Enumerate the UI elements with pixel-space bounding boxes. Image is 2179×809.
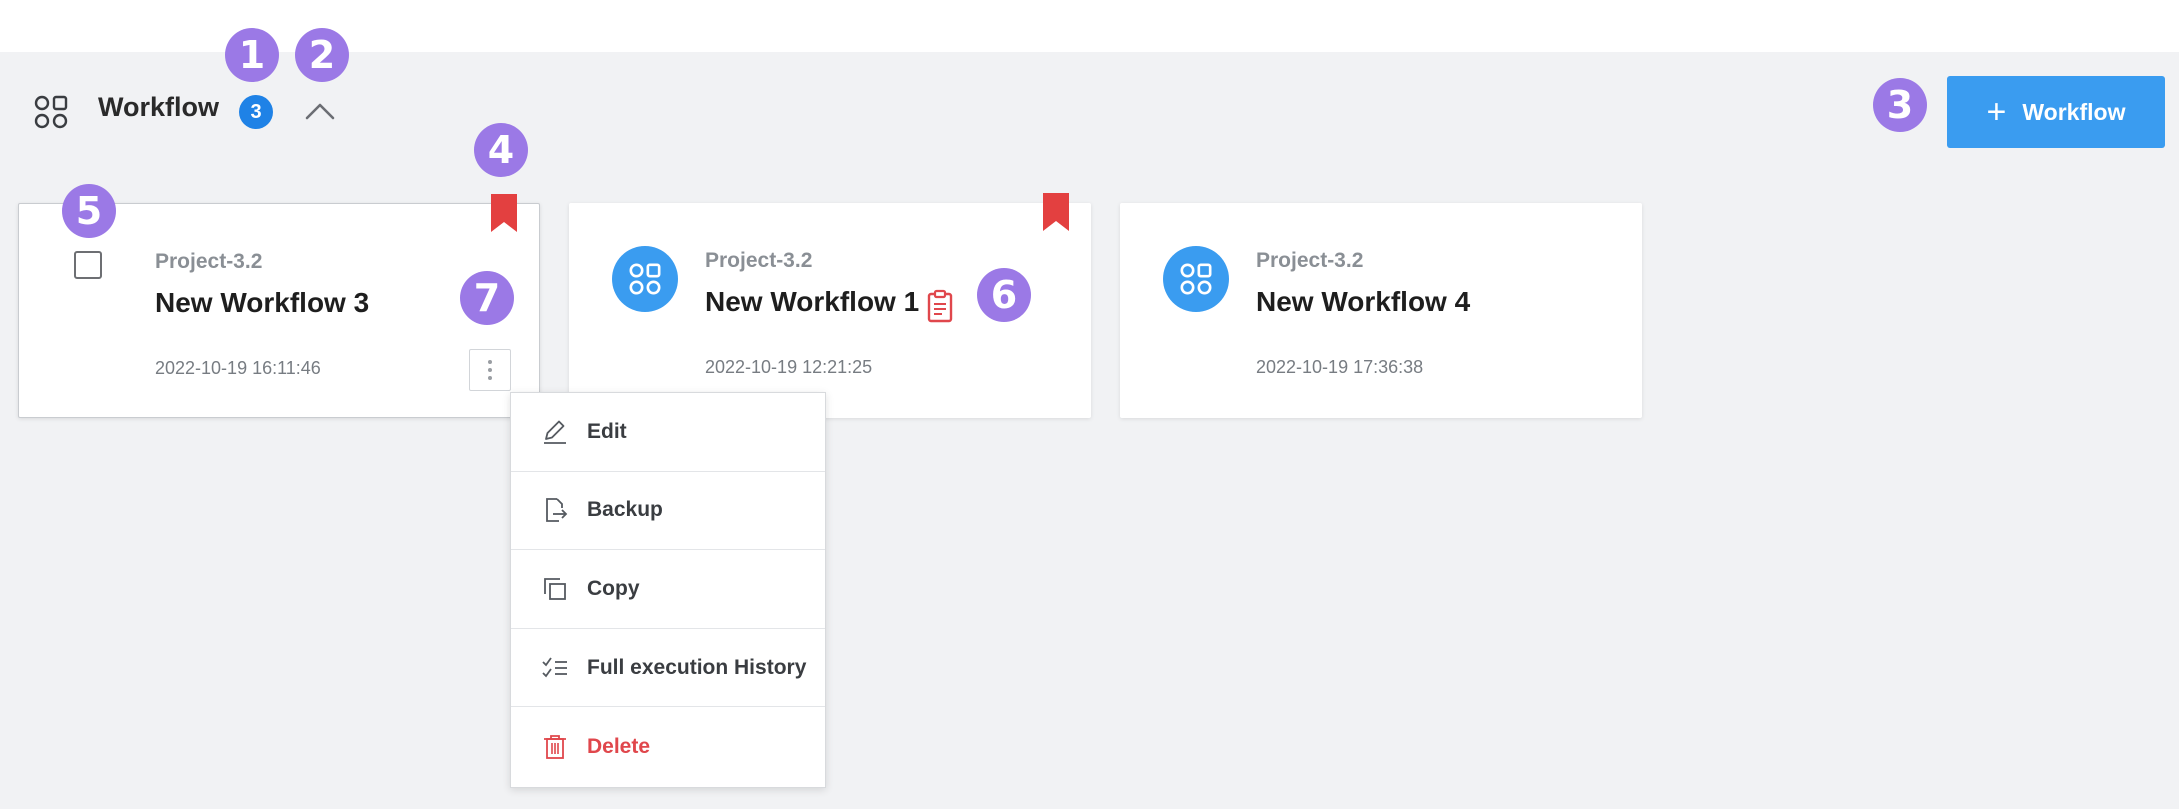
card-name[interactable]: New Workflow 1 <box>705 286 919 318</box>
menu-item-label: Full execution History <box>587 655 807 679</box>
callout-badge-3: 3 <box>1873 78 1927 132</box>
content-area <box>0 52 2179 809</box>
workflow-count-badge: 3 <box>239 95 273 129</box>
section-title: Workflow <box>98 92 219 122</box>
kebab-menu-icon <box>488 360 492 380</box>
workflow-avatar <box>1163 246 1229 312</box>
add-workflow-button[interactable]: + Workflow <box>1947 76 2165 148</box>
workflow-icon <box>1180 263 1212 295</box>
copy-icon <box>544 578 566 600</box>
menu-item-edit[interactable]: Edit <box>511 393 825 472</box>
card-project: Project-3.2 <box>1256 249 1364 272</box>
card-date: 2022-10-19 17:36:38 <box>1256 357 1424 377</box>
workflow-card[interactable]: Project-3.2 New Workflow 4 2022-10-19 17… <box>1120 203 1642 418</box>
card-checkbox[interactable] <box>74 251 102 279</box>
workflow-avatar <box>612 246 678 312</box>
menu-item-delete[interactable]: Delete <box>511 707 825 786</box>
more-options-button[interactable] <box>469 349 511 391</box>
add-workflow-label: Workflow <box>2022 98 2126 125</box>
menu-item-copy[interactable]: Copy <box>511 550 825 629</box>
card-date: 2022-10-19 16:11:46 <box>155 358 321 378</box>
menu-item-label: Edit <box>587 419 627 443</box>
card-context-menu: Edit Backup Copy Full execution History <box>510 392 826 788</box>
menu-item-backup[interactable]: Backup <box>511 472 825 551</box>
card-project: Project-3.2 <box>705 249 813 272</box>
bookmark-icon[interactable] <box>489 194 519 234</box>
workflow-icon <box>34 95 68 129</box>
card-project: Project-3.2 <box>155 250 263 273</box>
card-name[interactable]: New Workflow 3 <box>155 287 369 319</box>
menu-item-label: Copy <box>587 576 640 600</box>
callout-badge-1: 1 <box>225 28 279 82</box>
workflow-icon <box>629 263 661 295</box>
card-name[interactable]: New Workflow 4 <box>1256 286 1470 318</box>
plus-icon: + <box>1986 93 2007 131</box>
callout-badge-4: 4 <box>474 123 528 177</box>
menu-item-label: Delete <box>587 734 651 758</box>
trash-icon <box>544 734 566 759</box>
callout-badge-5: 5 <box>62 184 116 238</box>
pencil-icon <box>544 420 566 444</box>
menu-item-label: Backup <box>587 498 663 522</box>
callout-badge-2: 2 <box>295 28 349 82</box>
bookmark-icon[interactable] <box>1041 193 1071 233</box>
menu-item-full-execution-history[interactable]: Full execution History <box>511 629 825 708</box>
card-date: 2022-10-19 12:21:25 <box>705 357 873 377</box>
clipboard-icon[interactable] <box>926 289 954 323</box>
checklist-icon <box>542 657 567 677</box>
file-export-icon <box>546 498 568 523</box>
callout-badge-7: 7 <box>460 271 514 325</box>
callout-badge-6: 6 <box>977 268 1031 322</box>
chevron-up-icon[interactable] <box>304 100 336 122</box>
